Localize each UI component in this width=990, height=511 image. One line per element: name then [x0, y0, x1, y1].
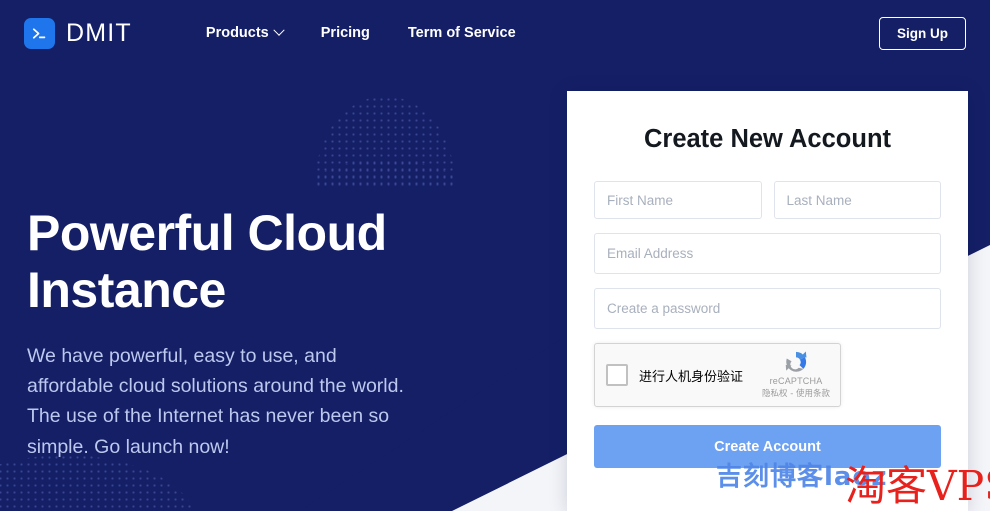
site-header: DMIT Products Pricing Term of Service Si…: [0, 0, 990, 66]
recaptcha-widget[interactable]: 进行人机身份验证 reCAPTCHA 隐私权 - 使用条款: [594, 343, 841, 407]
terminal-prompt-icon: [24, 18, 55, 49]
password-field[interactable]: [594, 288, 941, 329]
create-account-card: Create New Account 进行人机身份验证 reCA: [567, 91, 968, 511]
password-field-block: [594, 288, 941, 329]
hero-subtitle: We have powerful, easy to use, and affor…: [27, 341, 417, 462]
main-navigation: Products Pricing Term of Service: [206, 25, 516, 41]
brand-logo[interactable]: DMIT: [24, 18, 132, 49]
nav-item-label: Products: [206, 25, 269, 41]
nav-item-pricing[interactable]: Pricing: [321, 25, 370, 41]
nav-item-term-of-service[interactable]: Term of Service: [408, 25, 516, 41]
nav-item-label: Term of Service: [408, 25, 516, 41]
recaptcha-logo-icon: [783, 349, 809, 375]
email-field-block: [594, 233, 941, 274]
name-field-row: [594, 181, 941, 219]
nav-item-label: Pricing: [321, 25, 370, 41]
email-field[interactable]: [594, 233, 941, 274]
create-account-button[interactable]: Create Account: [594, 425, 941, 468]
card-title: Create New Account: [594, 125, 941, 154]
recaptcha-label: 进行人机身份验证: [639, 366, 743, 385]
brand-name: DMIT: [66, 19, 132, 48]
recaptcha-brand-name: reCAPTCHA: [759, 376, 833, 386]
sign-up-button[interactable]: Sign Up: [879, 17, 966, 50]
hero-title-line-1: Powerful Cloud: [27, 205, 387, 261]
page-title: Powerful Cloud Instance: [27, 205, 457, 319]
first-name-input[interactable]: [594, 181, 762, 219]
chevron-down-icon: [273, 25, 284, 36]
recaptcha-branding: reCAPTCHA 隐私权 - 使用条款: [759, 349, 833, 399]
nav-item-products[interactable]: Products: [206, 25, 283, 41]
recaptcha-checkbox[interactable]: [606, 364, 628, 386]
last-name-input[interactable]: [774, 181, 942, 219]
page-root: DMIT Products Pricing Term of Service Si…: [0, 0, 990, 511]
hero-section: Powerful Cloud Instance We have powerful…: [27, 205, 457, 462]
recaptcha-terms-link[interactable]: 隐私权 - 使用条款: [759, 387, 833, 399]
hero-title-line-2: Instance: [27, 262, 226, 318]
